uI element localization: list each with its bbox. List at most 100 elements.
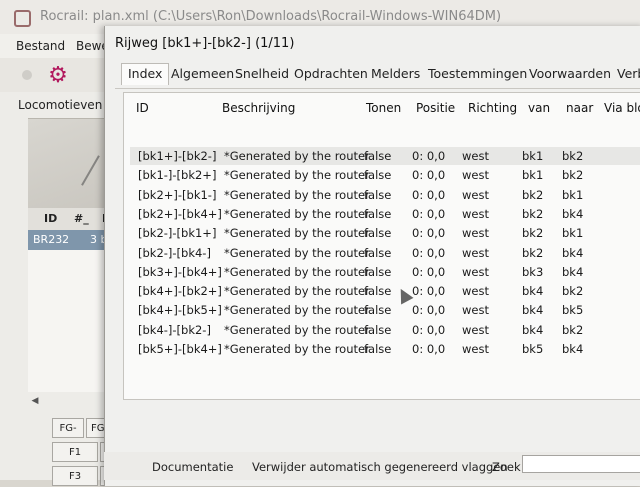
scroll-left-arrow-icon[interactable]: ◀ bbox=[28, 394, 42, 408]
route-to-block: bk1 bbox=[562, 226, 584, 241]
column-header-naar[interactable]: naar bbox=[566, 101, 593, 115]
table-row[interactable]: [bk2+]-[bk1-] *Generated by the router fal… bbox=[130, 186, 640, 204]
table-row[interactable]: [bk4+]-[bk2+] *Generated by the router fal… bbox=[130, 282, 640, 300]
route-description: *Generated by the router bbox=[224, 264, 370, 279]
route-from-block: bk1 bbox=[522, 168, 544, 183]
remove-generated-flags-button[interactable]: Verwijder automatisch gegenereerd vlagge… bbox=[252, 460, 508, 474]
menu-bestand[interactable]: Bestand bbox=[16, 39, 65, 53]
route-direction: west bbox=[462, 206, 489, 221]
locomotive-panel: Locomotieven ID #_ Bl BR232 3 bk ◀ FG- F… bbox=[0, 92, 119, 486]
column-header-via-blok[interactable]: Via blok bbox=[604, 101, 640, 115]
route-show: false bbox=[364, 187, 392, 202]
tab-voorwaarden[interactable]: Voorwaarden bbox=[529, 66, 611, 81]
route-from-block: bk4 bbox=[522, 322, 544, 337]
column-header-richting[interactable]: Richting bbox=[468, 101, 517, 115]
column-header-id[interactable]: ID bbox=[136, 101, 149, 115]
column-header-van[interactable]: van bbox=[528, 101, 550, 115]
route-position: 0: 0,0 bbox=[412, 168, 446, 183]
route-id: [bk2-]-[bk4-] bbox=[138, 245, 211, 260]
tab-toestemmingen[interactable]: Toestemmingen bbox=[428, 66, 527, 81]
route-from-block: bk3 bbox=[522, 264, 544, 279]
route-from-block: bk2 bbox=[522, 206, 544, 221]
table-row[interactable]: [bk4+]-[bk5+] *Generated by the router fal… bbox=[130, 301, 640, 319]
route-from-block: bk2 bbox=[522, 187, 544, 202]
route-from-block: bk2 bbox=[522, 226, 544, 241]
route-id: [bk2-]-[bk1+] bbox=[138, 226, 217, 241]
function-button-f1[interactable]: F1 bbox=[52, 442, 98, 462]
route-position: 0: 0,0 bbox=[412, 187, 446, 202]
route-from-block: bk1 bbox=[522, 149, 544, 163]
route-from-block: bk5 bbox=[522, 342, 544, 356]
route-id: [bk1-]-[bk2+] bbox=[138, 168, 217, 183]
column-header-id[interactable]: ID bbox=[44, 212, 57, 225]
table-row[interactable]: [bk2+]-[bk4+] *Generated by the router fal… bbox=[130, 205, 640, 223]
route-show: false bbox=[364, 206, 392, 221]
route-show: false bbox=[364, 284, 392, 299]
dialog-bottom-bar: Documentatie Verwijder automatisch gegen… bbox=[104, 452, 640, 480]
tab-index[interactable]: Index bbox=[121, 63, 170, 85]
route-description: *Generated by the router bbox=[224, 303, 370, 318]
route-show: false bbox=[364, 303, 392, 318]
route-id: [bk3+]-[bk4+] bbox=[138, 264, 222, 279]
tab-melders[interactable]: Melders bbox=[371, 66, 420, 81]
route-description: *Generated by the router bbox=[224, 284, 370, 299]
route-description: *Generated by the router bbox=[224, 245, 370, 260]
tab-snelheid[interactable]: Snelheid bbox=[235, 66, 289, 81]
route-show: false bbox=[364, 322, 392, 337]
function-button-fg-minus[interactable]: FG- bbox=[52, 418, 84, 438]
table-row[interactable]: [bk1-]-[bk2+] *Generated by the router fal… bbox=[130, 166, 640, 184]
gear-icon[interactable]: ⚙ bbox=[46, 64, 70, 88]
table-row[interactable]: [bk2-]-[bk4-] *Generated by the router fal… bbox=[130, 244, 640, 262]
route-to-block: bk4 bbox=[562, 206, 584, 221]
route-id: [bk1+]-[bk2-] bbox=[138, 149, 217, 163]
route-from-block: bk2 bbox=[522, 245, 544, 260]
route-dialog: Rijweg [bk1+]-[bk2-] (1/11) Index Algeme… bbox=[104, 26, 640, 486]
route-description: *Generated by the router bbox=[224, 206, 370, 221]
tab-opdrachten[interactable]: Opdrachten bbox=[294, 66, 368, 81]
route-position: 0: 0,0 bbox=[412, 206, 446, 221]
route-id: [bk4-]-[bk2-] bbox=[138, 322, 211, 337]
route-description: *Generated by the router bbox=[224, 226, 370, 241]
route-position: 0: 0,0 bbox=[412, 303, 446, 318]
column-header-beschrijving[interactable]: Beschrijving bbox=[222, 101, 295, 115]
route-show: false bbox=[364, 149, 392, 163]
route-direction: west bbox=[462, 303, 489, 318]
route-direction: west bbox=[462, 342, 489, 356]
route-show: false bbox=[364, 245, 392, 260]
route-position: 0: 0,0 bbox=[412, 342, 446, 356]
tab-algemeen[interactable]: Algemeen bbox=[171, 66, 234, 81]
route-direction: west bbox=[462, 187, 489, 202]
route-show: false bbox=[364, 226, 392, 241]
route-description: *Generated by the router bbox=[224, 149, 370, 163]
tab-locomotieven[interactable]: Locomotieven bbox=[18, 98, 102, 112]
route-to-block: bk4 bbox=[562, 245, 584, 260]
route-position: 0: 0,0 bbox=[412, 284, 446, 299]
table-row[interactable]: [bk5+]-[bk4+] *Generated by the router fal… bbox=[130, 340, 640, 358]
route-position: 0: 0,0 bbox=[412, 322, 446, 337]
dialog-title: Rijweg [bk1+]-[bk2-] (1/11) bbox=[115, 36, 295, 51]
column-header-tonen[interactable]: Tonen bbox=[366, 101, 401, 115]
route-show: false bbox=[364, 264, 392, 279]
route-id: [bk4+]-[bk2+] bbox=[138, 284, 222, 299]
route-from-block: bk4 bbox=[522, 284, 544, 299]
route-description: *Generated by the router bbox=[224, 168, 370, 183]
main-window-title: Rocrail: plan.xml (C:\Users\Ron\Download… bbox=[40, 9, 502, 24]
route-description: *Generated by the router bbox=[224, 342, 370, 356]
table-row[interactable]: [bk3+]-[bk4+] *Generated by the router fal… bbox=[130, 263, 640, 281]
route-direction: west bbox=[462, 226, 489, 241]
route-to-block: bk2 bbox=[562, 149, 584, 163]
toolbar-button-icon[interactable] bbox=[22, 70, 32, 80]
tab-verbindingen[interactable]: Verb bbox=[617, 66, 640, 81]
documentation-link[interactable]: Documentatie bbox=[152, 460, 233, 474]
route-id: [bk4+]-[bk5+] bbox=[138, 303, 222, 318]
table-row[interactable]: [bk2-]-[bk1+] *Generated by the router fal… bbox=[130, 224, 640, 242]
route-position: 0: 0,0 bbox=[412, 226, 446, 241]
function-button-f3[interactable]: F3 bbox=[52, 466, 98, 486]
search-input[interactable] bbox=[522, 455, 640, 473]
column-header-positie[interactable]: Positie bbox=[416, 101, 455, 115]
locomotive-id: BR232 bbox=[33, 233, 70, 246]
column-header-address[interactable]: #_ bbox=[74, 212, 89, 225]
route-to-block: bk5 bbox=[562, 303, 584, 318]
table-row[interactable]: [bk1+]-[bk2-] *Generated by the router fal… bbox=[130, 147, 640, 165]
table-row[interactable]: [bk4-]-[bk2-] *Generated by the router fal… bbox=[130, 321, 640, 339]
